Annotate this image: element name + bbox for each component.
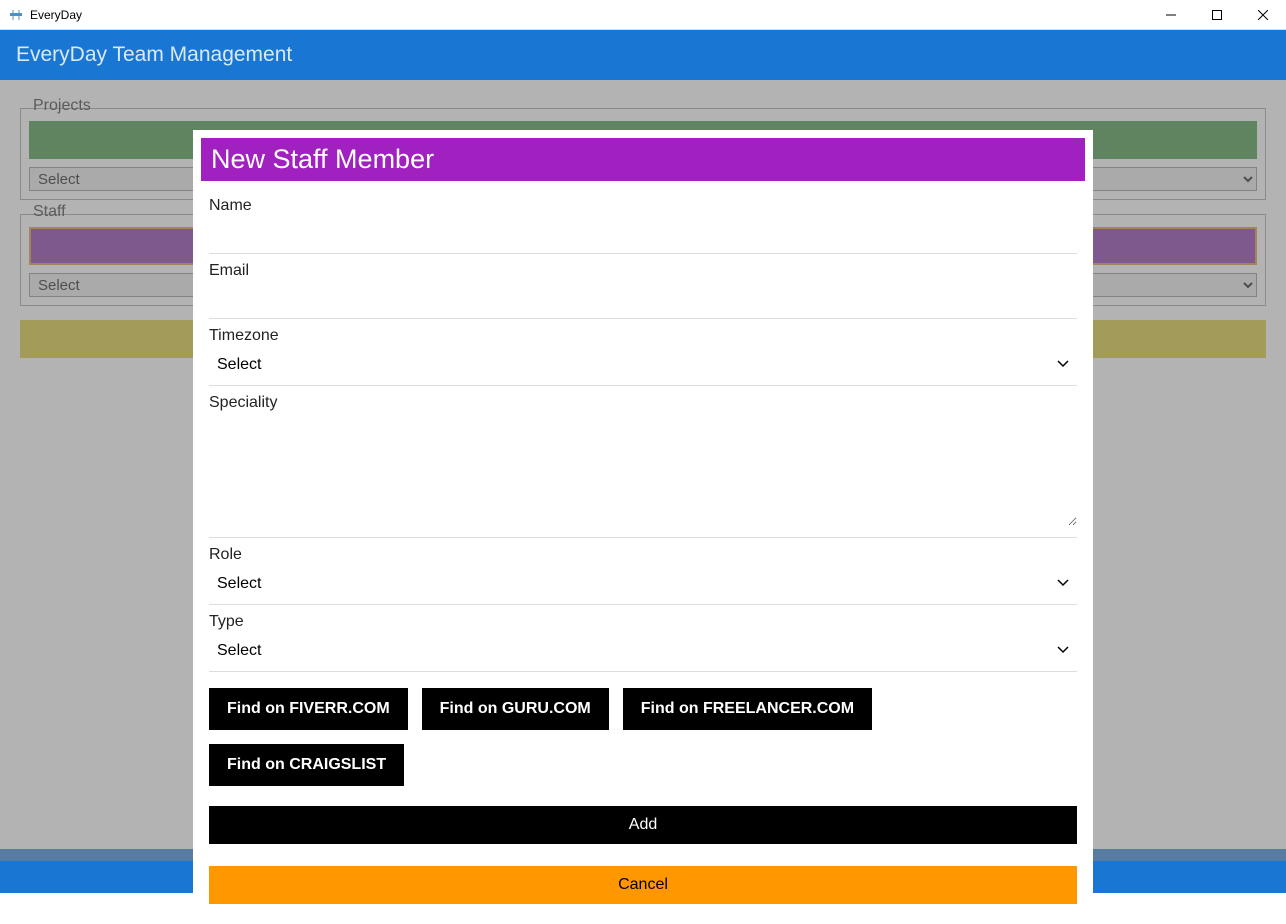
page-title: EveryDay Team Management xyxy=(16,43,292,67)
modal-title: New Staff Member xyxy=(201,138,1085,181)
email-input[interactable] xyxy=(209,284,1077,312)
titlebar-left: EveryDay xyxy=(8,7,82,23)
new-staff-modal: New Staff Member Name Email Timezone Sel… xyxy=(193,130,1093,924)
modal-body: Name Email Timezone Select Speciality Ro… xyxy=(193,181,1093,924)
speciality-group: Speciality xyxy=(209,388,1077,538)
timezone-label: Timezone xyxy=(209,327,1077,345)
email-label: Email xyxy=(209,262,1077,280)
find-craigslist-button[interactable]: Find on CRAIGSLIST xyxy=(209,744,404,786)
role-select[interactable]: Select xyxy=(209,568,1077,598)
close-button[interactable] xyxy=(1240,0,1286,30)
app-title: EveryDay xyxy=(30,8,82,22)
type-select[interactable]: Select xyxy=(209,635,1077,665)
titlebar-controls xyxy=(1148,0,1286,30)
timezone-group: Timezone Select xyxy=(209,321,1077,386)
timezone-select[interactable]: Select xyxy=(209,349,1077,379)
cancel-button[interactable]: Cancel xyxy=(209,866,1077,904)
role-label: Role xyxy=(209,546,1077,564)
find-fiverr-button[interactable]: Find on FIVERR.COM xyxy=(209,688,408,730)
name-input[interactable] xyxy=(209,219,1077,247)
type-group: Type Select xyxy=(209,607,1077,672)
window-titlebar: EveryDay xyxy=(0,0,1286,30)
role-group: Role Select xyxy=(209,540,1077,605)
speciality-textarea[interactable] xyxy=(209,416,1077,526)
find-guru-button[interactable]: Find on GURU.COM xyxy=(422,688,609,730)
minimize-button[interactable] xyxy=(1148,0,1194,30)
type-label: Type xyxy=(209,613,1077,631)
speciality-label: Speciality xyxy=(209,394,1077,412)
maximize-button[interactable] xyxy=(1194,0,1240,30)
add-button[interactable]: Add xyxy=(209,806,1077,844)
email-group: Email xyxy=(209,256,1077,319)
find-buttons-row: Find on FIVERR.COM Find on GURU.COM Find… xyxy=(209,688,1077,786)
find-freelancer-button[interactable]: Find on FREELANCER.COM xyxy=(623,688,872,730)
app-icon xyxy=(8,7,24,23)
name-group: Name xyxy=(209,191,1077,254)
app-header: EveryDay Team Management xyxy=(0,30,1286,80)
name-label: Name xyxy=(209,197,1077,215)
